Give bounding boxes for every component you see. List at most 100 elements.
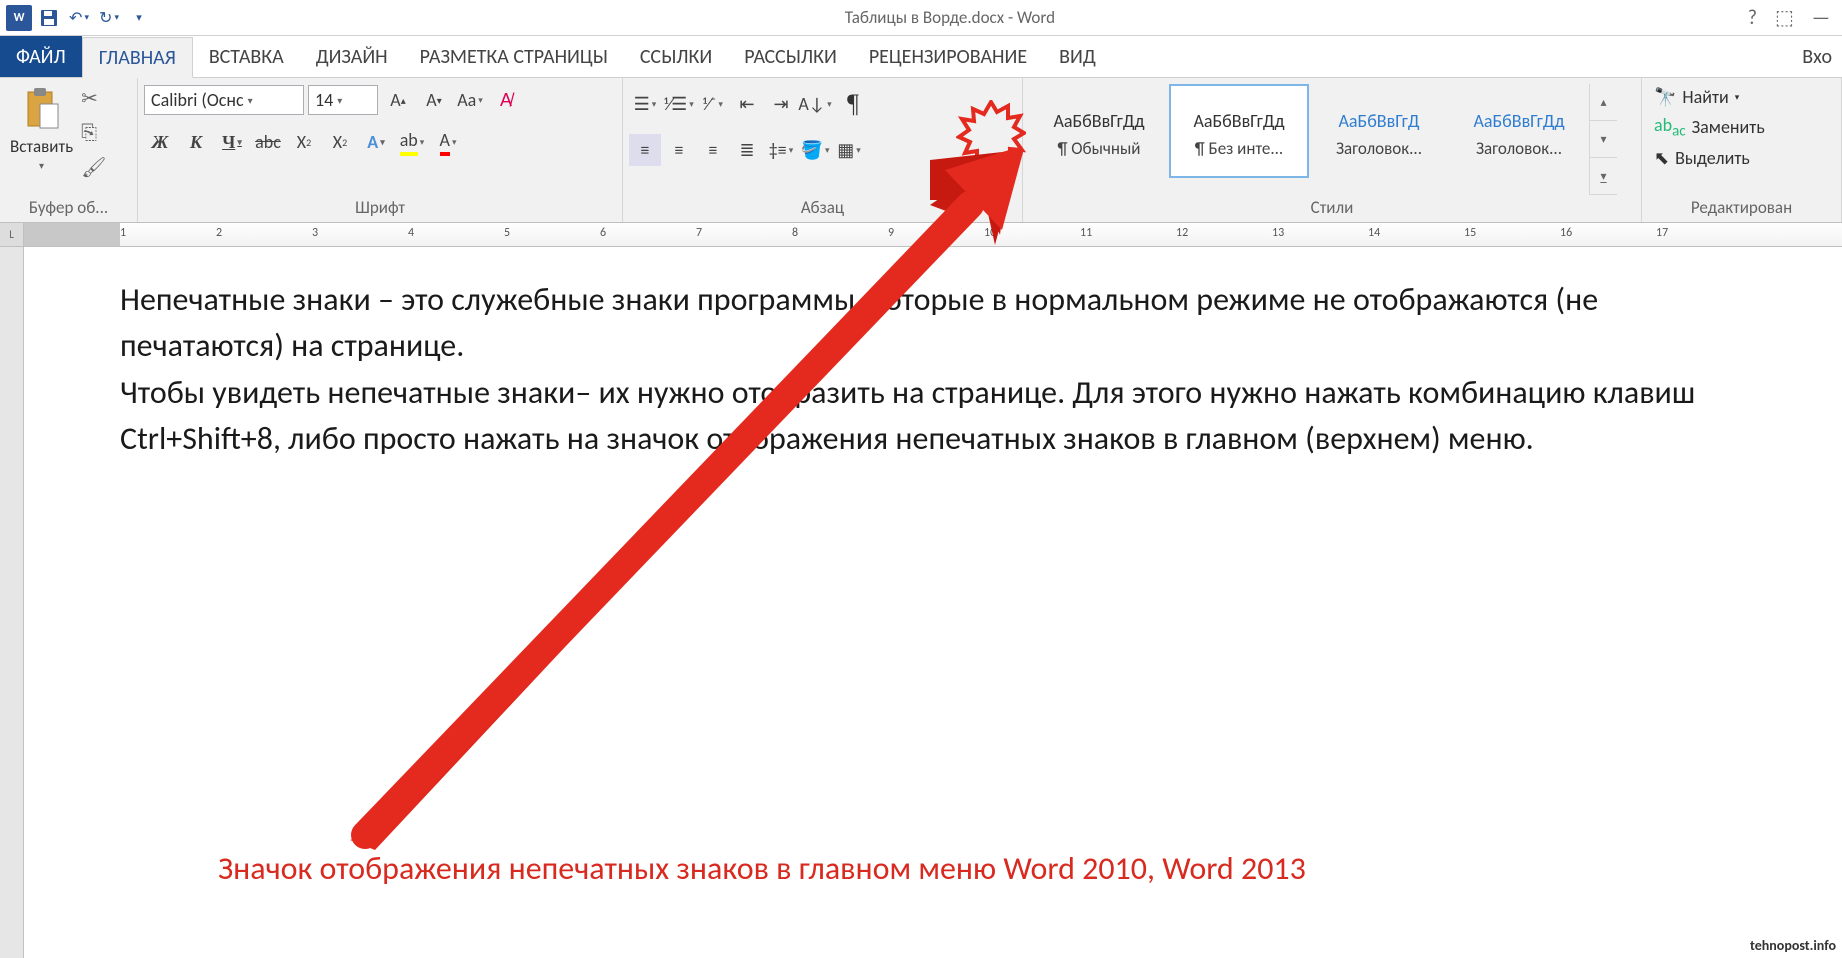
group-label-font: Шрифт xyxy=(144,195,616,220)
underline-button[interactable]: Ч xyxy=(216,126,248,158)
style-no-spacing[interactable]: АаБбВвГгДд ¶ Без инте... xyxy=(1169,84,1309,178)
styles-expand-icon[interactable]: ▾̲ xyxy=(1590,158,1617,195)
minimize-icon[interactable]: — xyxy=(1812,6,1830,30)
tab-page-layout[interactable]: РАЗМЕТКА СТРАНИЦЫ xyxy=(404,36,624,77)
document-text: Непечатные знаки – это служебные знаки п… xyxy=(120,277,1746,463)
tab-file[interactable]: ФАЙЛ xyxy=(0,36,82,77)
group-styles: АаБбВвГгДд ¶ Обычный АаБбВвГгДд ¶ Без ин… xyxy=(1023,78,1642,222)
quick-access-toolbar: W ↶▾ ↻▾ ▾ xyxy=(0,5,152,31)
tab-view[interactable]: ВИД xyxy=(1043,36,1112,77)
ruler-tick: 6 xyxy=(600,226,606,240)
font-size-combo[interactable]: 14▾ xyxy=(308,85,378,115)
ruler-tick: 7 xyxy=(696,226,702,240)
strikethrough-button[interactable]: abc xyxy=(252,126,284,158)
ruler-tick: 4 xyxy=(408,226,414,240)
redo-icon[interactable]: ↻▾ xyxy=(96,5,122,31)
ribbon-options-icon[interactable]: ⬚ xyxy=(1775,5,1794,30)
align-right-icon[interactable]: ≡ xyxy=(697,134,729,166)
cut-icon[interactable]: ✂ xyxy=(81,86,106,111)
paragraph-1: Непечатные знаки – это служебные знаки п… xyxy=(120,277,1746,370)
sign-in[interactable]: Вхо xyxy=(1802,36,1842,77)
paste-label[interactable]: Вставить xyxy=(10,136,73,157)
watermark: tehnopost.info xyxy=(1750,937,1836,954)
tab-references[interactable]: ССЫЛКИ xyxy=(624,36,728,77)
highlight-icon[interactable]: ab xyxy=(396,126,428,158)
style-heading1[interactable]: АаБбВвГгД Заголовок... xyxy=(1309,84,1449,178)
numbering-icon[interactable]: ⅟☰ xyxy=(663,88,695,120)
bold-button[interactable]: Ж xyxy=(144,126,176,158)
replace-button[interactable]: abacЗаменить xyxy=(1654,114,1765,141)
shrink-font-icon[interactable]: A▾ xyxy=(418,84,450,116)
document-area: Непечатные знаки – это служебные знаки п… xyxy=(0,247,1842,958)
ruler-tick: 1 xyxy=(120,226,126,240)
tab-mailings[interactable]: РАССЫЛКИ xyxy=(728,36,853,77)
copy-icon[interactable]: ⎘ xyxy=(81,121,106,145)
font-color-icon[interactable]: A xyxy=(432,126,464,158)
ruler-tick: 3 xyxy=(312,226,318,240)
sort-icon[interactable]: A↓ xyxy=(799,88,831,120)
format-painter-icon[interactable]: 🖌 xyxy=(81,155,106,180)
window-controls: ? ⬚ — xyxy=(1748,5,1842,30)
borders-icon[interactable]: ▦ xyxy=(833,134,865,166)
tab-design[interactable]: ДИЗАЙН xyxy=(300,36,404,77)
select-button[interactable]: ⬉Выделить xyxy=(1654,147,1765,169)
paste-dropdown-icon[interactable]: ▾ xyxy=(39,159,44,172)
ruler-tick: 17 xyxy=(1656,226,1668,240)
style-heading2[interactable]: АаБбВвГгДд Заголовок... xyxy=(1449,84,1589,178)
ruler-tick: 15 xyxy=(1464,226,1476,240)
group-label-paragraph: Абзац xyxy=(629,195,1016,220)
save-icon[interactable] xyxy=(36,5,62,31)
italic-button[interactable]: К xyxy=(180,126,212,158)
styles-scroll-down-icon[interactable]: ▾ xyxy=(1590,121,1617,158)
styles-scroll-up-icon[interactable]: ▴ xyxy=(1590,84,1617,121)
style-normal[interactable]: АаБбВвГгДд ¶ Обычный xyxy=(1029,84,1169,178)
tab-home[interactable]: ГЛАВНАЯ xyxy=(82,37,193,78)
ruler-tick: 2 xyxy=(216,226,222,240)
word-app-icon[interactable]: W xyxy=(6,5,32,31)
multilevel-list-icon[interactable]: ⅟⁻ xyxy=(697,88,729,120)
ruler-tick: 11 xyxy=(1080,226,1092,240)
increase-indent-icon[interactable]: ⇥ xyxy=(765,88,797,120)
justify-icon[interactable]: ≣ xyxy=(731,134,763,166)
bullets-icon[interactable]: ☰ xyxy=(629,88,661,120)
help-icon[interactable]: ? xyxy=(1748,6,1757,30)
find-button[interactable]: 🔭Найти▾ xyxy=(1654,86,1765,108)
shading-icon[interactable]: 🪣 xyxy=(799,134,831,166)
window-title: Таблицы в Ворде.docx - Word xyxy=(152,7,1748,28)
ribbon: Вставить ▾ ✂ ⎘ 🖌 Буфер об... Calibri (Ос… xyxy=(0,78,1842,223)
ruler-tick: 10 xyxy=(984,226,996,240)
align-left-icon[interactable]: ≡ xyxy=(629,134,661,166)
horizontal-ruler[interactable]: 1234567891011121314151617 xyxy=(24,223,1842,246)
paste-icon[interactable] xyxy=(20,84,64,134)
ruler-corner[interactable]: L xyxy=(0,223,24,246)
change-case-icon[interactable]: Aa xyxy=(454,84,486,116)
tab-review[interactable]: РЕЦЕНЗИРОВАНИЕ xyxy=(853,36,1043,77)
ribbon-tabs: ФАЙЛ ГЛАВНАЯ ВСТАВКА ДИЗАЙН РАЗМЕТКА СТР… xyxy=(0,36,1842,78)
styles-scroll: ▴ ▾ ▾̲ xyxy=(1589,84,1617,195)
cursor-icon: ⬉ xyxy=(1654,147,1669,169)
ruler-tick: 13 xyxy=(1272,226,1284,240)
vertical-ruler[interactable] xyxy=(0,247,24,958)
undo-icon[interactable]: ↶▾ xyxy=(66,5,92,31)
tab-insert[interactable]: ВСТАВКА xyxy=(193,36,300,77)
ruler-tick: 5 xyxy=(504,226,510,240)
group-editing: 🔭Найти▾ abacЗаменить ⬉Выделить Редактиро… xyxy=(1642,78,1842,222)
grow-font-icon[interactable]: A▴ xyxy=(382,84,414,116)
group-label-editing: Редактирован xyxy=(1648,195,1835,220)
clear-formatting-icon[interactable]: A̸ xyxy=(490,84,522,116)
line-spacing-icon[interactable]: ‡≡ xyxy=(765,134,797,166)
text-effects-icon[interactable]: A xyxy=(360,126,392,158)
group-paragraph: ☰ ⅟☰ ⅟⁻ ⇤ ⇥ A↓ ¶ ≡ ≡ ≡ ≣ ‡≡ 🪣 ▦ xyxy=(623,78,1023,222)
group-label-styles: Стили xyxy=(1029,195,1635,220)
paragraph-2: Чтобы увидеть непечатные знаки– их нужно… xyxy=(120,370,1746,463)
superscript-button[interactable]: X2 xyxy=(324,126,356,158)
qat-customize-icon[interactable]: ▾ xyxy=(126,5,152,31)
document-page[interactable]: Непечатные знаки – это служебные знаки п… xyxy=(24,247,1842,958)
font-name-combo[interactable]: Calibri (Оснс▾ xyxy=(144,85,304,115)
group-clipboard: Вставить ▾ ✂ ⎘ 🖌 Буфер об... xyxy=(0,78,138,222)
show-hide-pilcrow-button[interactable]: ¶ xyxy=(833,84,873,124)
replace-icon: abac xyxy=(1654,114,1686,141)
decrease-indent-icon[interactable]: ⇤ xyxy=(731,88,763,120)
subscript-button[interactable]: X2 xyxy=(288,126,320,158)
align-center-icon[interactable]: ≡ xyxy=(663,134,695,166)
